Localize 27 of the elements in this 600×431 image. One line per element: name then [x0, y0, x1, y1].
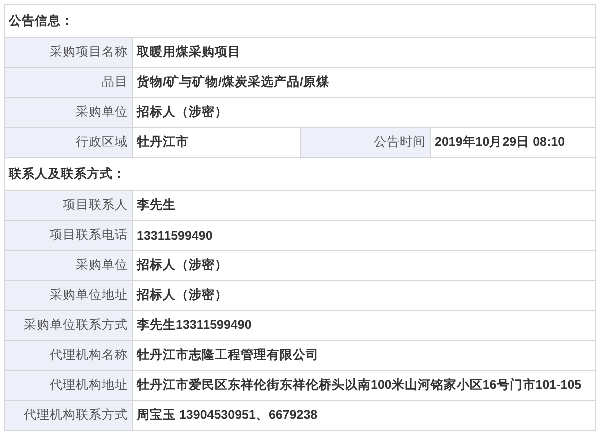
field-value: 招标人（涉密） — [132, 98, 595, 127]
field-value: 2019年10月29日 08:10 — [430, 128, 595, 157]
field-label: 项目联系人 — [5, 191, 132, 220]
field-label: 品目 — [5, 68, 132, 97]
field-label: 采购单位 — [5, 98, 132, 127]
field-label: 采购单位地址 — [5, 281, 132, 310]
field-value: 周宝玉 13904530951、6679238 — [132, 401, 595, 430]
field-label: 采购单位联系方式 — [5, 311, 132, 340]
field-value: 货物/矿与矿物/煤炭采选产品/原煤 — [132, 68, 595, 97]
section-title: 公告信息： — [9, 12, 74, 30]
field-label: 代理机构地址 — [5, 371, 132, 400]
field-label: 项目联系电话 — [5, 221, 132, 250]
field-value: 招标人（涉密） — [132, 281, 595, 310]
field-value: 牡丹江市志隆工程管理有限公司 — [132, 341, 595, 370]
field-label: 采购项目名称 — [5, 38, 132, 67]
field-label: 代理机构名称 — [5, 341, 132, 370]
section-title: 联系人及联系方式： — [9, 166, 126, 182]
field-label: 代理机构联系方式 — [5, 401, 132, 430]
field-value: 牡丹江市爱民区东祥伦街东祥伦桥头以南100米山河铭家小区16号门市101-105 — [132, 371, 595, 400]
field-value: 取暖用煤采购项目 — [132, 38, 595, 67]
field-value: 13311599490 — [132, 221, 595, 250]
field-value: 李先生13311599490 — [132, 311, 595, 340]
field-label: 采购单位 — [5, 251, 132, 280]
field-label: 行政区域 — [5, 128, 132, 157]
field-value: 招标人（涉密） — [132, 251, 595, 280]
field-label: 公告时间 — [300, 128, 430, 157]
field-value: 李先生 — [132, 191, 595, 220]
